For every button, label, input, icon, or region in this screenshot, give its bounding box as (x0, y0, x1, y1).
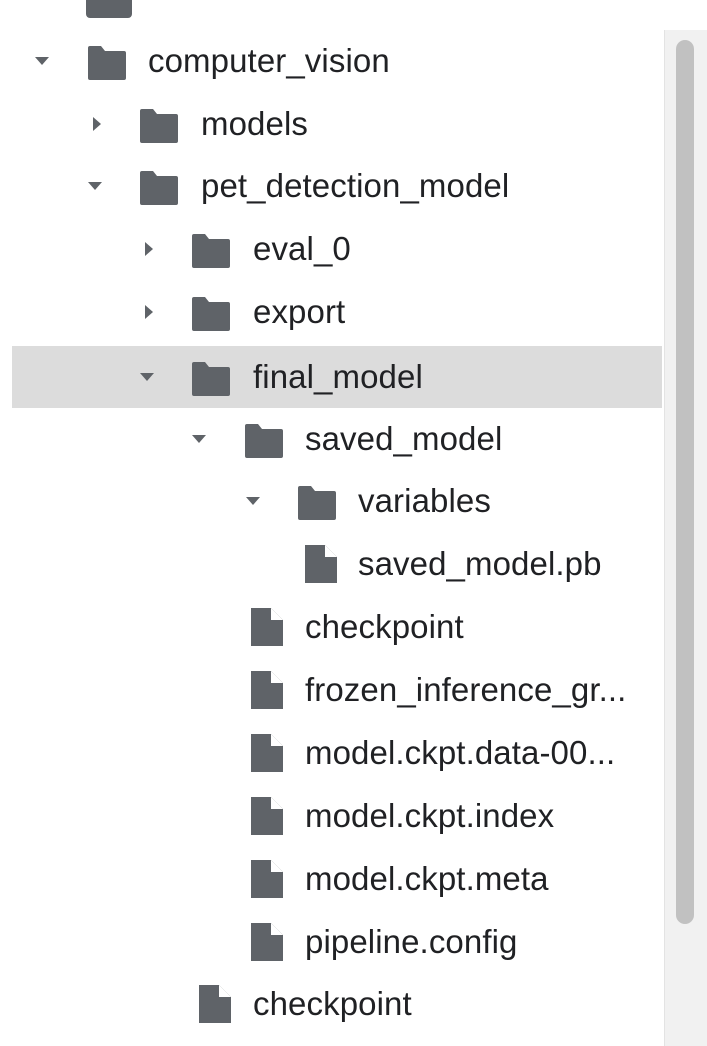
chevron-right-icon[interactable] (140, 240, 158, 258)
tree-item-label: export (253, 293, 346, 330)
file-icon (199, 985, 231, 1023)
tree-item-model-ckpt-data[interactable]: model.ckpt.data-00... (12, 722, 662, 784)
tree-item-model-ckpt-meta[interactable]: model.ckpt.meta (12, 848, 662, 910)
scrollbar-thumb[interactable] (676, 40, 694, 924)
folder-icon (140, 109, 178, 143)
chevron-down-icon[interactable] (244, 492, 262, 510)
chevron-down-icon[interactable] (86, 177, 104, 195)
tree-item-final-model[interactable]: final_model (12, 346, 662, 408)
tree-item-checkpoint-root[interactable]: checkpoint (12, 973, 662, 1035)
chevron-down-icon[interactable] (190, 430, 208, 448)
chevron-down-icon[interactable] (138, 368, 156, 386)
file-browser-tree: computer_vision models pet_detection_mod… (0, 0, 707, 1046)
folder-icon (298, 486, 336, 520)
tree-item-pipeline-config[interactable]: pipeline.config (12, 911, 662, 973)
file-icon (251, 734, 283, 772)
file-icon (251, 923, 283, 961)
tree-item-saved-model-folder[interactable]: saved_model (12, 408, 662, 470)
file-icon (251, 608, 283, 646)
tree-item-pet-detection-model[interactable]: pet_detection_model (12, 155, 662, 217)
file-icon (305, 545, 337, 583)
tree-item-model-ckpt-index[interactable]: model.ckpt.index (12, 785, 662, 847)
tree-item-label: model.ckpt.data-00... (305, 734, 616, 771)
tree-item-label: model.ckpt.index (305, 797, 555, 834)
tree-item-label: saved_model (305, 420, 503, 457)
folder-icon (192, 362, 230, 396)
tree-item-label: computer_vision (148, 42, 390, 79)
tree-item-export[interactable]: export (12, 281, 662, 343)
tree-item-models[interactable]: models (12, 93, 662, 155)
tree-item-checkpoint[interactable]: checkpoint (12, 596, 662, 658)
folder-icon (86, 0, 132, 18)
folder-icon (245, 424, 283, 458)
file-icon (251, 797, 283, 835)
tree-item-label: eval_0 (253, 230, 351, 267)
folder-icon (140, 171, 178, 205)
tree-item-computer-vision[interactable]: computer_vision (12, 30, 662, 92)
tree-item-variables[interactable]: variables (12, 470, 662, 532)
tree-item-label: model.ckpt.meta (305, 860, 549, 897)
tree-item-label: models (201, 105, 308, 142)
tree-item-label: checkpoint (305, 608, 464, 645)
tree-item-eval-0[interactable]: eval_0 (12, 218, 662, 280)
chevron-right-icon[interactable] (88, 115, 106, 133)
tree-item-label: checkpoint (253, 985, 412, 1022)
tree-item-frozen-inference-graph[interactable]: frozen_inference_gr... (12, 659, 662, 721)
tree-item-label: frozen_inference_gr... (305, 671, 627, 708)
file-icon (251, 671, 283, 709)
tree-item-label: pet_detection_model (201, 167, 510, 204)
chevron-down-icon[interactable] (33, 52, 51, 70)
folder-icon (88, 46, 126, 80)
file-icon (251, 860, 283, 898)
tree-item-saved-model-pb[interactable]: saved_model.pb (12, 533, 662, 595)
chevron-right-icon[interactable] (140, 303, 158, 321)
tree-item-label: final_model (253, 358, 423, 395)
tree-item-label: saved_model.pb (358, 545, 602, 582)
tree-item-label: pipeline.config (305, 923, 518, 960)
folder-icon (192, 297, 230, 331)
tree-item-label: variables (358, 482, 491, 519)
folder-icon (192, 234, 230, 268)
